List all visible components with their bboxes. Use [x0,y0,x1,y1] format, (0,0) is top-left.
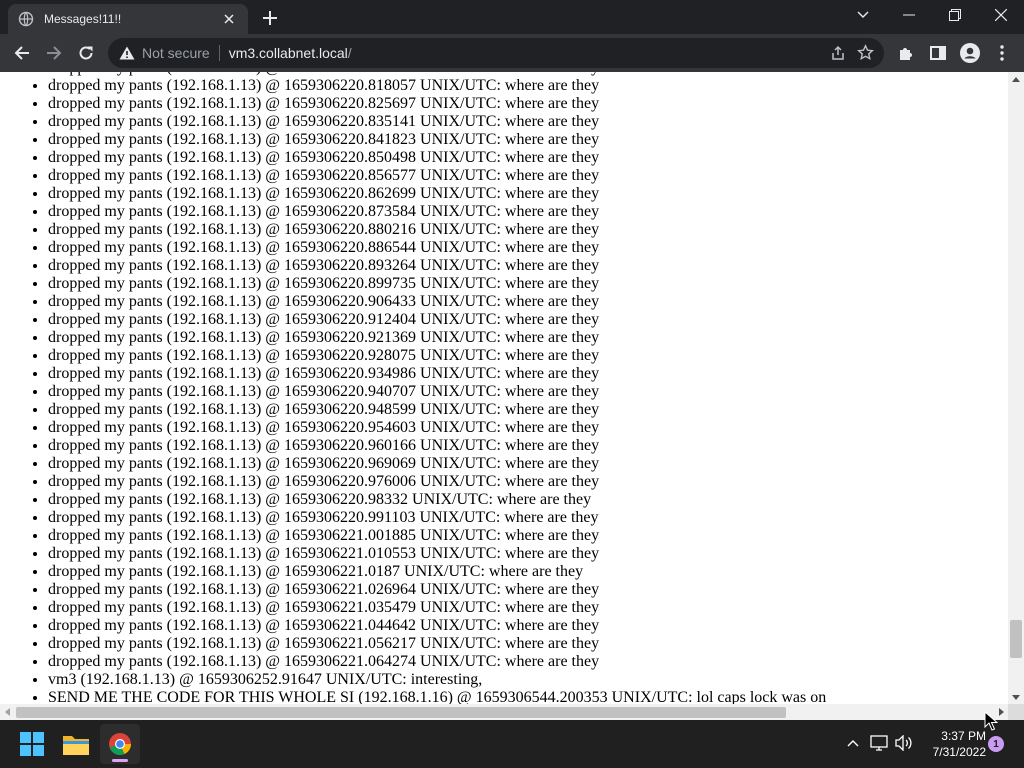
forward-arrow-icon[interactable] [40,39,68,67]
tab-messages[interactable]: Messages!11!! [8,4,248,34]
volume-icon[interactable] [893,732,915,754]
chrome-taskbar-icon[interactable] [100,724,140,764]
url-text[interactable]: vm3.collabnet.local/ [229,45,352,61]
url-path: / [347,45,352,61]
warning-icon[interactable] [118,44,136,62]
notification-badge[interactable]: 1 [988,736,1004,752]
horizontal-scroll-thumb[interactable] [16,707,786,718]
message-item: dropped my pants (192.168.1.13) @ 165930… [48,293,826,311]
message-item: dropped my pants (192.168.1.13) @ 165930… [48,257,826,275]
message-item: dropped my pants (192.168.1.13) @ 165930… [48,77,826,95]
message-item: dropped my pants (192.168.1.13) @ 165930… [48,563,826,581]
active-app-indicator [112,759,128,762]
message-item: dropped my pants (192.168.1.13) @ 165930… [48,455,826,473]
message-item: SEND ME THE CODE FOR THIS WHOLE SI (192.… [48,689,826,704]
mouse-cursor-icon [984,711,998,731]
back-arrow-icon[interactable] [8,39,36,67]
message-item: dropped my pants (192.168.1.13) @ 165930… [48,635,826,653]
message-item: dropped my pants (192.168.1.13) @ 165930… [48,491,826,509]
vertical-scrollbar[interactable] [1008,72,1024,704]
message-item: dropped my pants (192.168.1.13) @ 165930… [48,95,826,113]
reload-icon[interactable] [72,39,100,67]
close-window-icon[interactable] [978,0,1024,30]
message-item: dropped my pants (192.168.1.13) @ 165930… [48,437,826,455]
horizontal-scrollbar[interactable] [0,704,1008,720]
page-viewport: dropped my pants (192.168.1.13) @ 165930… [0,72,1008,704]
address-bar[interactable]: Not secure vm3.collabnet.local/ [108,38,884,68]
omnibox-divider [218,45,220,61]
vertical-scroll-thumb[interactable] [1010,620,1022,658]
scrollbar-corner [1008,704,1024,720]
network-icon[interactable] [868,732,890,754]
message-item: dropped my pants (192.168.1.13) @ 165930… [48,329,826,347]
message-item: dropped my pants (192.168.1.13) @ 165930… [48,509,826,527]
message-item: dropped my pants (192.168.1.13) @ 165930… [48,473,826,491]
not-secure-label[interactable]: Not secure [142,45,210,61]
browser-toolbar: Not secure vm3.collabnet.local/ [0,34,1024,72]
message-item: dropped my pants (192.168.1.13) @ 165930… [48,131,826,149]
message-item: vm3 (192.168.1.13) @ 1659306252.91647 UN… [48,671,826,689]
message-item: dropped my pants (192.168.1.13) @ 165930… [48,239,826,257]
message-item: dropped my pants (192.168.1.13) @ 165930… [48,167,826,185]
clock-time: 3:37 PM [941,729,986,743]
new-tab-button[interactable] [258,7,282,29]
taskbar: 3:37 PM 7/31/2022 1 [0,720,1024,768]
message-item: dropped my pants (192.168.1.13) @ 165930… [48,311,826,329]
tab-search-icon[interactable] [840,0,886,30]
kebab-menu-icon[interactable] [988,39,1016,67]
message-list: dropped my pants (192.168.1.13) @ 165930… [0,72,826,704]
message-item: dropped my pants (192.168.1.13) @ 165930… [48,149,826,167]
tab-strip: Messages!11!! [0,0,1024,34]
message-item: dropped my pants (192.168.1.13) @ 165930… [48,653,826,671]
scroll-up-arrow-icon[interactable] [1008,72,1024,86]
restore-icon[interactable] [932,0,978,30]
windows-start-icon[interactable] [12,724,52,764]
message-item: dropped my pants (192.168.1.13) @ 165930… [48,113,826,131]
tab-close-icon[interactable] [220,10,238,28]
message-item: dropped my pants (192.168.1.13) @ 165930… [48,401,826,419]
message-item: dropped my pants (192.168.1.13) @ 165930… [48,383,826,401]
message-item: dropped my pants (192.168.1.13) @ 165930… [48,419,826,437]
scroll-down-arrow-icon[interactable] [1008,690,1024,704]
message-item: dropped my pants (192.168.1.13) @ 165930… [48,221,826,239]
share-icon[interactable] [830,45,846,66]
message-item: dropped my pants (192.168.1.13) @ 165930… [48,617,826,635]
show-hidden-icons-chevron-icon[interactable] [842,732,864,754]
clock-date: 7/31/2022 [932,745,986,759]
globe-icon [18,11,34,27]
clock[interactable]: 3:37 PM 7/31/2022 [920,728,986,760]
message-item: dropped my pants (192.168.1.13) @ 165930… [48,527,826,545]
message-item: dropped my pants (192.168.1.13) @ 165930… [48,581,826,599]
message-item: dropped my pants (192.168.1.13) @ 165930… [48,275,826,293]
url-host: vm3.collabnet.local [228,45,348,61]
minimize-icon[interactable] [886,0,932,30]
extensions-puzzle-icon[interactable] [892,39,920,67]
file-explorer-icon[interactable] [56,724,96,764]
message-item: dropped my pants (192.168.1.13) @ 165930… [48,545,826,563]
profile-avatar-icon[interactable] [956,39,984,67]
message-item: dropped my pants (192.168.1.13) @ 165930… [48,185,826,203]
side-panel-icon[interactable] [924,39,952,67]
scroll-left-arrow-icon[interactable] [0,704,14,720]
tab-title: Messages!11!! [44,12,122,26]
message-item: dropped my pants (192.168.1.13) @ 165930… [48,347,826,365]
message-item: dropped my pants (192.168.1.13) @ 165930… [48,365,826,383]
message-item: dropped my pants (192.168.1.13) @ 165930… [48,599,826,617]
bookmark-star-icon[interactable] [856,44,875,66]
message-item: dropped my pants (192.168.1.13) @ 165930… [48,203,826,221]
